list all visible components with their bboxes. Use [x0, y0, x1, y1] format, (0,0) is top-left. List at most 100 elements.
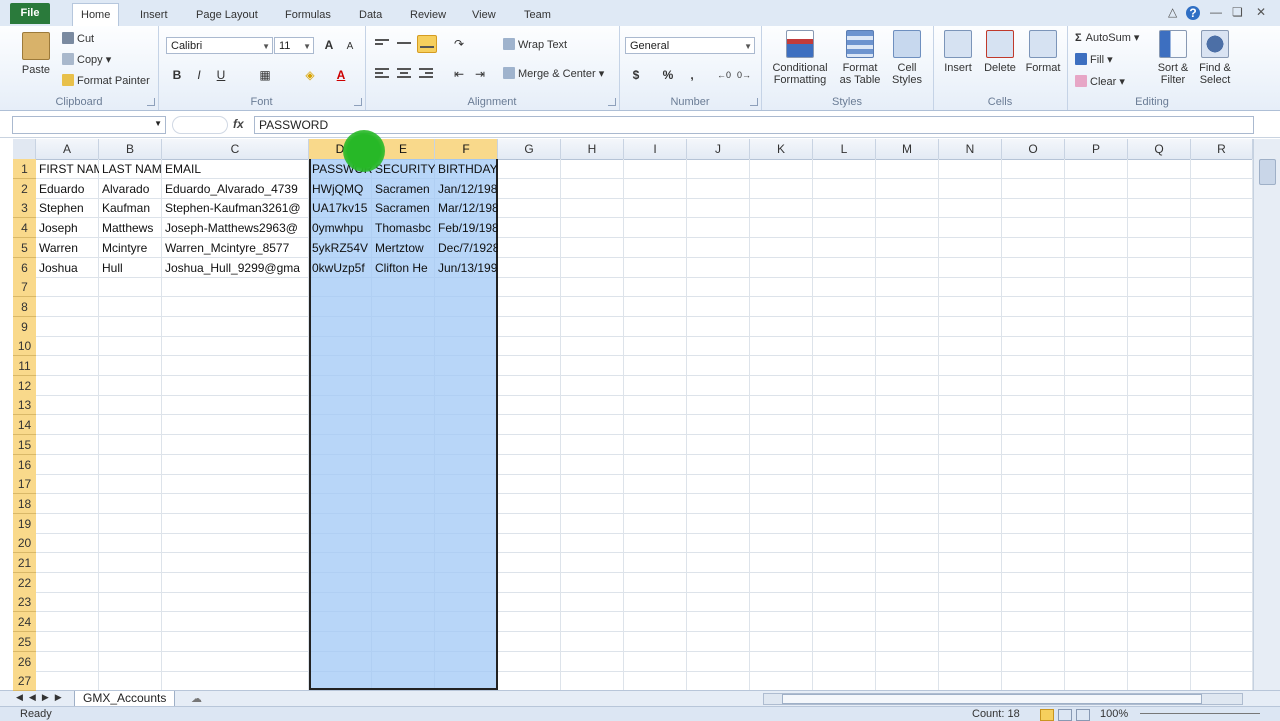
align-bottom-icon[interactable] — [417, 35, 437, 53]
cell-a4[interactable]: Joseph — [36, 218, 99, 238]
column-header-f[interactable]: F — [435, 139, 498, 159]
column-header-g[interactable]: G — [498, 139, 561, 159]
minimize-ribbon-icon[interactable]: △ — [1168, 5, 1177, 19]
tab-file[interactable]: File — [10, 3, 50, 24]
shrink-font-button[interactable]: A — [341, 38, 359, 56]
row-header-5[interactable]: 5 — [13, 238, 36, 258]
cell-b3[interactable]: Kaufman — [99, 198, 162, 218]
vertical-scroll-thumb[interactable] — [1259, 159, 1276, 185]
increase-decimal-icon[interactable]: ←0 — [715, 66, 733, 84]
cell-d4[interactable]: 0ymwhpu — [309, 218, 372, 238]
tab-view[interactable]: View — [464, 6, 504, 24]
align-top-icon[interactable] — [373, 37, 391, 53]
insert-cells-button[interactable]: Insert — [939, 30, 977, 74]
column-header-j[interactable]: J — [687, 139, 750, 159]
tab-review[interactable]: Review — [402, 6, 454, 24]
cell-a1[interactable]: FIRST NAM — [36, 159, 99, 179]
row-header-3[interactable]: 3 — [13, 198, 36, 218]
borders-icon[interactable]: ▦ — [256, 66, 274, 84]
row-header-13[interactable]: 13 — [13, 395, 36, 415]
select-all-corner[interactable] — [13, 139, 36, 159]
cell-d5[interactable]: 5ykRZ54V — [309, 238, 372, 258]
cell-a6[interactable]: Joshua — [36, 258, 99, 278]
underline-button[interactable]: U — [212, 66, 230, 84]
row-header-27[interactable]: 27 — [13, 671, 36, 691]
format-cells-button[interactable]: Format — [1023, 30, 1063, 74]
copy-button[interactable]: Copy ▾ — [62, 53, 111, 66]
cell-b4[interactable]: Matthews — [99, 218, 162, 238]
column-header-k[interactable]: K — [750, 139, 813, 159]
align-middle-icon[interactable] — [395, 37, 413, 53]
percent-button[interactable]: % — [659, 66, 677, 84]
row-header-9[interactable]: 9 — [13, 317, 36, 337]
cell-a5[interactable]: Warren — [36, 238, 99, 258]
row-header-26[interactable]: 26 — [13, 652, 36, 672]
align-center-icon[interactable] — [395, 66, 413, 82]
cell-f1[interactable]: BIRTHDAY — [435, 159, 498, 179]
row-header-17[interactable]: 17 — [13, 474, 36, 494]
grow-font-button[interactable]: A — [320, 36, 338, 54]
tab-page-layout[interactable]: Page Layout — [188, 6, 266, 24]
cell-f4[interactable]: Feb/19/1988 — [435, 218, 498, 238]
cell-a2[interactable]: Eduardo — [36, 179, 99, 199]
cell-c5[interactable]: Warren_Mcintyre_8577 — [162, 238, 309, 258]
column-header-l[interactable]: L — [813, 139, 876, 159]
cut-button[interactable]: Cut — [62, 32, 94, 45]
cell-c3[interactable]: Stephen-Kaufman3261@ — [162, 198, 309, 218]
row-header-20[interactable]: 20 — [13, 533, 36, 553]
cell-e6[interactable]: Clifton He — [372, 258, 435, 278]
column-header-a[interactable]: A — [36, 139, 99, 159]
column-header-c[interactable]: C — [162, 139, 309, 159]
row-header-14[interactable]: 14 — [13, 415, 36, 435]
sort-filter-button[interactable]: Sort & Filter — [1151, 30, 1195, 86]
cell-a3[interactable]: Stephen — [36, 198, 99, 218]
format-as-table-button[interactable]: Format as Table — [837, 30, 883, 86]
close-window-icon[interactable]: ✕ — [1256, 5, 1266, 19]
font-name-select[interactable]: Calibri ▼ — [166, 37, 273, 54]
cell-b2[interactable]: Alvarado — [99, 179, 162, 199]
row-header-1[interactable]: 1 — [13, 159, 36, 179]
number-format-select[interactable]: General ▼ — [625, 37, 755, 54]
formula-input[interactable]: PASSWORD — [254, 116, 1254, 134]
currency-button[interactable]: $ — [627, 66, 645, 84]
cell-d6[interactable]: 0kwUzp5f — [309, 258, 372, 278]
wrap-text-button[interactable]: Wrap Text — [503, 38, 567, 51]
cell-c2[interactable]: Eduardo_Alvarado_4739 — [162, 179, 309, 199]
cell-d2[interactable]: HWjQMQ — [309, 179, 372, 199]
orientation-icon[interactable]: ↷ — [450, 35, 468, 53]
format-painter-button[interactable]: Format Painter — [62, 74, 150, 87]
minimize-window-icon[interactable]: — — [1210, 5, 1222, 19]
cell-f2[interactable]: Jan/12/1987 — [435, 179, 498, 199]
restore-window-icon[interactable]: ❏ — [1232, 5, 1243, 19]
column-header-r[interactable]: R — [1191, 139, 1253, 159]
row-header-10[interactable]: 10 — [13, 336, 36, 356]
row-header-12[interactable]: 12 — [13, 376, 36, 396]
row-header-22[interactable]: 22 — [13, 573, 36, 593]
column-header-h[interactable]: H — [561, 139, 624, 159]
row-header-6[interactable]: 6 — [13, 258, 36, 278]
page-layout-view-icon[interactable] — [1058, 709, 1072, 721]
paste-button[interactable]: Paste — [20, 32, 52, 76]
autosum-button[interactable]: Σ AutoSum ▾ — [1075, 31, 1139, 44]
help-icon[interactable]: ? — [1186, 6, 1200, 20]
tab-data[interactable]: Data — [351, 6, 390, 24]
column-header-b[interactable]: B — [99, 139, 162, 159]
cell-e5[interactable]: Mertztow — [372, 238, 435, 258]
formula-bar-expander[interactable] — [172, 116, 228, 134]
cell-e3[interactable]: Sacramen — [372, 198, 435, 218]
cell-e4[interactable]: Thomasbc — [372, 218, 435, 238]
column-header-o[interactable]: O — [1002, 139, 1065, 159]
font-size-select[interactable]: 11 ▼ — [274, 37, 314, 54]
tab-team[interactable]: Team — [516, 6, 559, 24]
column-header-i[interactable]: I — [624, 139, 687, 159]
cell-f6[interactable]: Jun/13/1990 — [435, 258, 498, 278]
merge-center-button[interactable]: Merge & Center ▾ — [503, 67, 604, 80]
cell-e2[interactable]: Sacramen — [372, 179, 435, 199]
cell-f5[interactable]: Dec/7/1928 — [435, 238, 498, 258]
row-header-25[interactable]: 25 — [13, 632, 36, 652]
alignment-launcher-icon[interactable] — [608, 98, 616, 106]
cell-c4[interactable]: Joseph-Matthews2963@ — [162, 218, 309, 238]
tab-formulas[interactable]: Formulas — [277, 6, 339, 24]
italic-button[interactable]: I — [190, 66, 208, 84]
horizontal-scrollbar[interactable] — [763, 693, 1243, 705]
